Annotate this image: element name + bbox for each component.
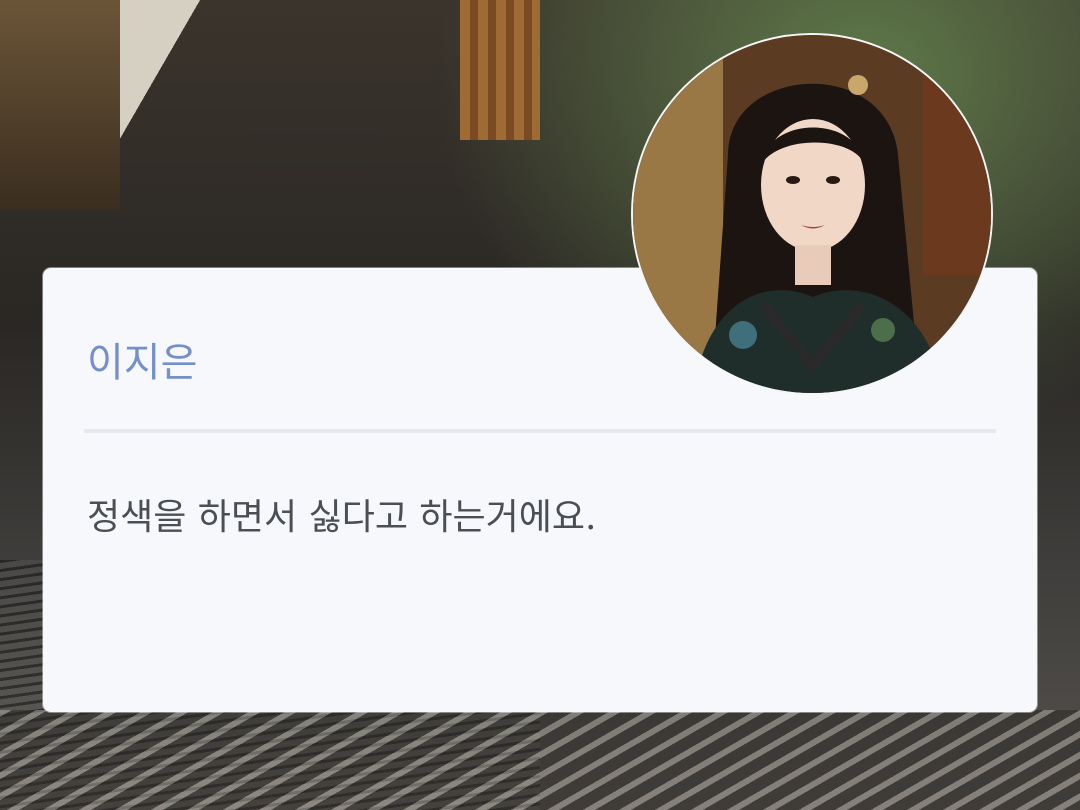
background-floor bbox=[0, 710, 1080, 810]
speaker-name: 이지은 bbox=[87, 340, 198, 386]
character-portrait-icon bbox=[631, 33, 993, 395]
divider bbox=[84, 429, 996, 433]
portrait-illustration bbox=[633, 35, 991, 393]
background-wall bbox=[0, 0, 120, 210]
dialogue-text: 정색을 하면서 싫다고 하는거에요. bbox=[87, 497, 597, 538]
